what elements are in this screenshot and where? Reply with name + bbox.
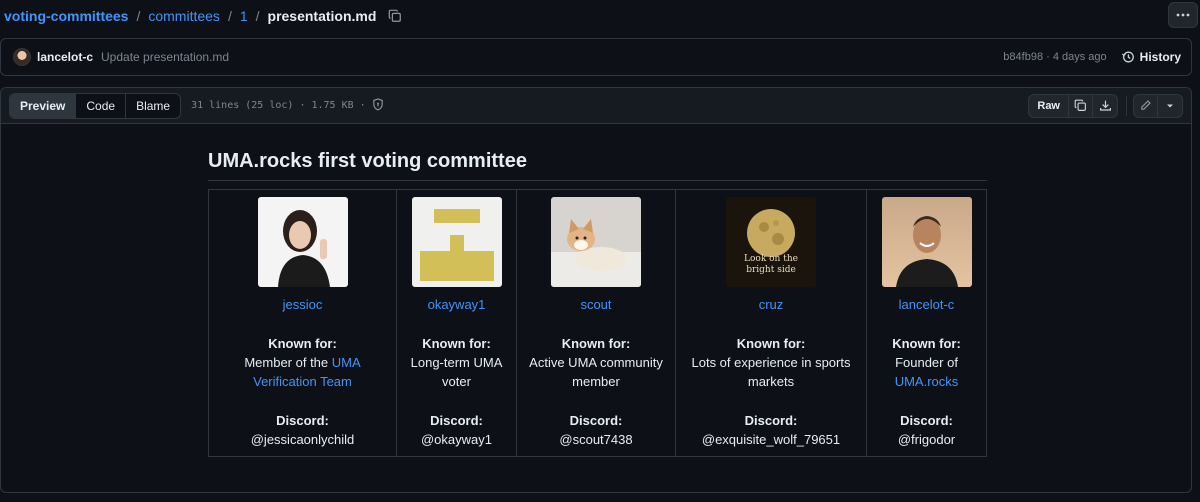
member-avatar[interactable]: Look on the bright side: [726, 197, 816, 287]
member-cell: jessioc Known for: Member of the UMA Ver…: [208, 189, 397, 457]
member-avatar[interactable]: [411, 197, 502, 287]
edit-actions: [1133, 93, 1183, 118]
uma-rocks-link[interactable]: UMA.rocks: [895, 374, 959, 389]
member-cell: scout Known for: Active UMA community me…: [516, 189, 676, 457]
member-avatar[interactable]: [551, 197, 641, 287]
commit-meta[interactable]: b84fb98 · 4 days ago: [1003, 51, 1106, 63]
discord-label: Discord:: [569, 413, 623, 428]
discord-handle: @scout7438: [559, 432, 633, 447]
member-username-link[interactable]: jessioc: [221, 295, 384, 314]
known-for-label: Known for:: [561, 336, 631, 351]
download-icon[interactable]: [1093, 95, 1117, 117]
breadcrumb-committees-link[interactable]: committees: [148, 8, 220, 24]
view-mode-toggle: Preview Code Blame: [9, 92, 182, 119]
discord-handle: @okayway1: [420, 432, 492, 447]
breadcrumb-separator: /: [255, 8, 260, 24]
avatar[interactable]: [13, 48, 31, 66]
breadcrumb-separator: /: [136, 8, 141, 24]
history-icon: [1121, 51, 1134, 63]
member-avatar[interactable]: [881, 197, 972, 287]
committee-table: jessioc Known for: Member of the UMA Ver…: [208, 189, 987, 457]
member-cell: lancelot-c Known for: Founder of UMA.roc…: [866, 189, 987, 457]
discord-label: Discord:: [276, 413, 329, 428]
discord-handle: @frigodor: [897, 432, 956, 447]
known-for-label: Known for:: [268, 336, 337, 351]
known-for-text: Lots of experience in sports markets: [691, 355, 851, 389]
copy-path-icon[interactable]: [388, 9, 402, 23]
discord-label: Discord:: [744, 413, 798, 428]
file-info: 31 lines (25 loc) · 1.75 KB ·: [191, 100, 366, 111]
member-avatar[interactable]: [257, 197, 348, 287]
member-cell: okayway1 Known for: Long-term UMA voter …: [396, 189, 517, 457]
breadcrumb-folder-link[interactable]: 1: [240, 8, 248, 24]
commit-message[interactable]: Update presentation.md: [101, 50, 229, 64]
known-for-label: Known for:: [892, 336, 961, 351]
discord-label: Discord:: [900, 413, 953, 428]
known-for-label: Known for:: [422, 336, 491, 351]
page-title: UMA.rocks first voting committee: [208, 150, 987, 181]
breadcrumb: voting-committees / committees / 1 / pre…: [4, 6, 402, 26]
pencil-icon[interactable]: [1134, 94, 1158, 117]
discord-handle: @jessicaonlychild: [250, 432, 355, 447]
chevron-down-icon[interactable]: [1158, 95, 1182, 117]
raw-actions: Raw: [1028, 93, 1118, 118]
svg-text:bright side: bright side: [746, 265, 796, 275]
shield-icon[interactable]: [372, 97, 384, 114]
member-username-link[interactable]: lancelot-c: [879, 295, 974, 314]
member-username-link[interactable]: okayway1: [409, 295, 504, 314]
copy-raw-icon[interactable]: [1069, 94, 1093, 117]
tab-blame[interactable]: Blame: [126, 94, 180, 118]
file-actions: Raw: [1028, 93, 1183, 118]
member-username-link[interactable]: scout: [529, 295, 663, 314]
history-label: History: [1139, 50, 1181, 64]
known-for-text: Active UMA community member: [529, 355, 663, 389]
file-header: Preview Code Blame 31 lines (25 loc) · 1…: [1, 88, 1191, 124]
discord-handle: @exquisite_wolf_79651: [701, 432, 841, 447]
known-for-text: Founder of UMA.rocks: [894, 355, 959, 389]
svg-text:Look on the: Look on the: [744, 254, 798, 264]
member-cell: Look on the bright side cruz Known for: …: [675, 189, 867, 457]
raw-button[interactable]: Raw: [1029, 94, 1069, 117]
kebab-horizontal-icon: [1176, 13, 1190, 17]
table-row: jessioc Known for: Member of the UMA Ver…: [208, 189, 987, 457]
tab-code[interactable]: Code: [76, 93, 127, 118]
breadcrumb-file-name: presentation.md: [267, 8, 377, 24]
breadcrumb-separator: /: [227, 8, 232, 24]
known-for-label: Known for:: [736, 336, 806, 351]
member-username-link[interactable]: cruz: [688, 295, 854, 314]
discord-label: Discord:: [430, 413, 483, 428]
divider: [1126, 95, 1127, 116]
history-button[interactable]: History: [1121, 50, 1181, 64]
more-options-button[interactable]: [1168, 2, 1198, 28]
latest-commit-bar: lancelot-c Update presentation.md b84fb9…: [0, 38, 1192, 76]
known-for-text: Member of the UMA Verification Team: [244, 355, 361, 389]
tab-preview[interactable]: Preview: [10, 93, 77, 118]
commit-author[interactable]: lancelot-c: [37, 50, 93, 64]
known-for-text: Long-term UMA voter: [410, 355, 503, 389]
breadcrumb-repo-link[interactable]: voting-committees: [4, 8, 128, 24]
